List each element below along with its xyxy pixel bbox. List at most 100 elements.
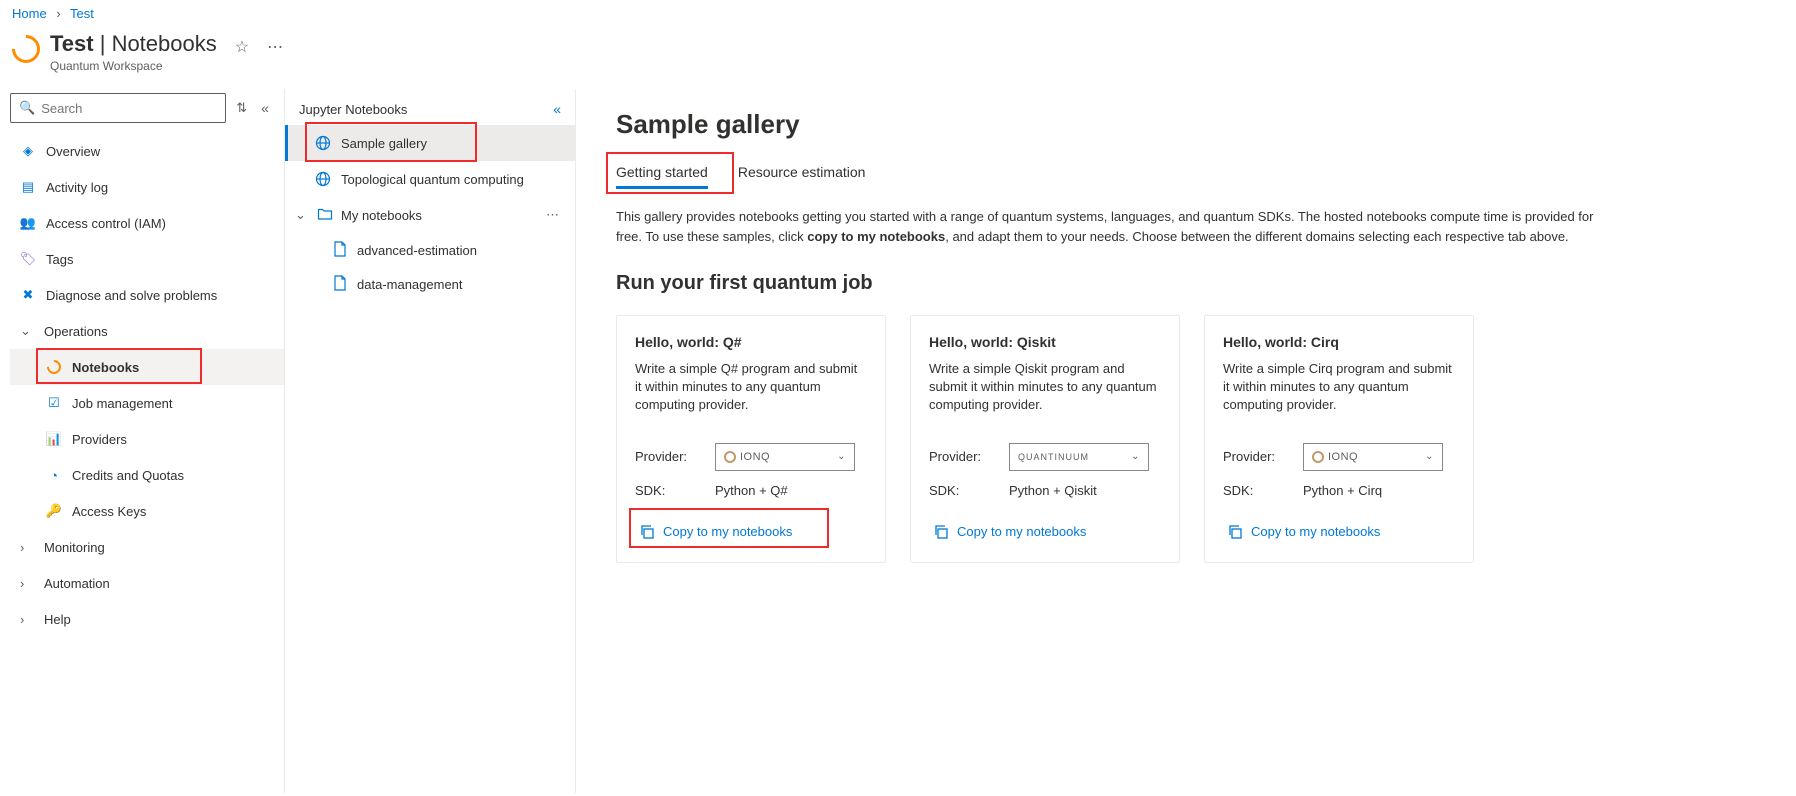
collapse-middle-pane-icon[interactable]: « <box>553 101 561 117</box>
nav-access-keys[interactable]: 🔑 Access Keys <box>10 493 284 529</box>
card-title: Hello, world: Q# <box>635 334 867 350</box>
jupyter-panel-title: Jupyter Notebooks <box>299 102 407 117</box>
globe-icon <box>315 171 331 187</box>
credits-icon: ◔ <box>46 467 62 483</box>
nav-group-automation[interactable]: › Automation <box>10 565 284 601</box>
provider-label: Provider: <box>1223 449 1303 464</box>
sdk-value: Python + Cirq <box>1303 483 1382 498</box>
sort-icon[interactable]: ⇅ <box>232 96 251 120</box>
tab-resource-estimation[interactable]: Resource estimation <box>738 158 866 189</box>
provider-select[interactable]: QUANTINUUM ⌄ <box>1009 443 1149 471</box>
tree-file-data-management[interactable]: data-management <box>285 267 575 301</box>
access-control-icon: 👥 <box>20 215 36 231</box>
globe-icon <box>315 135 331 151</box>
provider-select[interactable]: IONQ ⌄ <box>1303 443 1443 471</box>
more-actions-icon[interactable]: ⋯ <box>267 37 283 57</box>
page-subtitle: Quantum Workspace <box>50 59 217 73</box>
nav-job-management[interactable]: ☑ Job management <box>10 385 284 421</box>
chevron-down-icon: ⌄ <box>295 207 309 223</box>
nav-operations-label: Operations <box>44 324 108 339</box>
key-icon: 🔑 <box>46 503 62 519</box>
chevron-right-icon: › <box>20 612 34 627</box>
nav-group-monitoring[interactable]: › Monitoring <box>10 529 284 565</box>
copy-to-notebooks-button[interactable]: Copy to my notebooks <box>929 516 1161 548</box>
nav-providers[interactable]: 📊 Providers <box>10 421 284 457</box>
sample-card-cirq: Hello, world: Cirq Write a simple Cirq p… <box>1204 315 1474 563</box>
collapse-left-pane-icon[interactable]: « <box>257 96 273 120</box>
nav-overview-label: Overview <box>46 144 100 159</box>
nav-activity-log[interactable]: ▤ Activity log <box>10 169 284 205</box>
breadcrumb-current[interactable]: Test <box>70 6 94 21</box>
sdk-value: Python + Q# <box>715 483 788 498</box>
nav-group-operations[interactable]: ⌄ Operations <box>10 313 284 349</box>
page-title-bold: Test <box>50 31 94 56</box>
tree-topological[interactable]: Topological quantum computing <box>285 161 575 197</box>
tree-file1-label: advanced-estimation <box>357 243 477 258</box>
workspace-icon <box>12 35 40 63</box>
card-title: Hello, world: Qiskit <box>929 334 1161 350</box>
card-title: Hello, world: Cirq <box>1223 334 1455 350</box>
nav-notebooks-label: Notebooks <box>72 360 139 375</box>
tree-sample-gallery[interactable]: Sample gallery <box>285 125 575 161</box>
notebooks-icon <box>46 359 62 375</box>
diagnose-icon: ✖ <box>20 287 36 303</box>
section-title: Run your first quantum job <box>616 272 1756 295</box>
search-input-wrap[interactable]: 🔍 <box>10 93 226 123</box>
sdk-label: SDK: <box>1223 483 1303 498</box>
card-desc: Write a simple Q# program and submit it … <box>635 360 867 415</box>
quantinuum-logo: QUANTINUUM <box>1018 452 1089 462</box>
activity-log-icon: ▤ <box>20 179 36 195</box>
chevron-down-icon: ⌄ <box>837 451 846 462</box>
breadcrumb-home[interactable]: Home <box>12 6 47 21</box>
copy-label: Copy to my notebooks <box>663 524 792 539</box>
provider-label: Provider: <box>929 449 1009 464</box>
chevron-down-icon: ⌄ <box>20 323 34 339</box>
file-icon <box>333 241 347 260</box>
tree-file-advanced-estimation[interactable]: advanced-estimation <box>285 233 575 267</box>
gallery-description: This gallery provides notebooks getting … <box>616 207 1596 246</box>
ionq-logo: IONQ <box>1312 451 1358 463</box>
more-icon[interactable]: ⋯ <box>546 207 565 223</box>
tree-my-notebooks[interactable]: ⌄ My notebooks ⋯ <box>285 197 575 233</box>
provider-select[interactable]: IONQ ⌄ <box>715 443 855 471</box>
job-management-icon: ☑ <box>46 395 62 411</box>
search-input[interactable] <box>41 101 217 116</box>
nav-monitoring-label: Monitoring <box>44 540 105 555</box>
breadcrumb: Home › Test <box>0 0 1796 27</box>
nav-overview[interactable]: ◈ Overview <box>10 133 284 169</box>
nav-tags-label: Tags <box>46 252 73 267</box>
nav-jobmgmt-label: Job management <box>72 396 172 411</box>
sample-card-qiskit: Hello, world: Qiskit Write a simple Qisk… <box>910 315 1180 563</box>
nav-group-help[interactable]: › Help <box>10 601 284 637</box>
tree-topological-label: Topological quantum computing <box>341 172 524 187</box>
search-icon: 🔍 <box>19 100 35 116</box>
copy-to-notebooks-button[interactable]: Copy to my notebooks <box>635 516 867 548</box>
copy-label: Copy to my notebooks <box>957 524 1086 539</box>
sdk-label: SDK: <box>929 483 1009 498</box>
copy-to-notebooks-button[interactable]: Copy to my notebooks <box>1223 516 1455 548</box>
nav-access-control[interactable]: 👥 Access control (IAM) <box>10 205 284 241</box>
nav-activity-label: Activity log <box>46 180 108 195</box>
nav-diagnose[interactable]: ✖ Diagnose and solve problems <box>10 277 284 313</box>
provider-label: Provider: <box>635 449 715 464</box>
tab-getting-started[interactable]: Getting started <box>616 158 708 189</box>
nav-credits-label: Credits and Quotas <box>72 468 184 483</box>
nav-providers-label: Providers <box>72 432 127 447</box>
nav-tags[interactable]: 🏷 Tags <box>10 241 284 277</box>
nav-notebooks[interactable]: Notebooks <box>10 349 284 385</box>
favorite-star-icon[interactable]: ☆ <box>235 37 249 57</box>
folder-icon <box>317 206 333 225</box>
nav-diagnose-label: Diagnose and solve problems <box>46 288 217 303</box>
copy-label: Copy to my notebooks <box>1251 524 1380 539</box>
chevron-right-icon: › <box>20 540 34 555</box>
ionq-logo: IONQ <box>724 451 770 463</box>
page-title-section: Notebooks <box>112 31 217 56</box>
nav-credits-quotas[interactable]: ◔ Credits and Quotas <box>10 457 284 493</box>
sdk-value: Python + Qiskit <box>1009 483 1097 498</box>
nav-help-label: Help <box>44 612 71 627</box>
providers-icon: 📊 <box>46 431 62 447</box>
tree-sample-gallery-label: Sample gallery <box>341 136 427 151</box>
copy-icon <box>1227 524 1243 540</box>
page-title: Test | Notebooks <box>50 31 217 57</box>
sample-card-qsharp: Hello, world: Q# Write a simple Q# progr… <box>616 315 886 563</box>
